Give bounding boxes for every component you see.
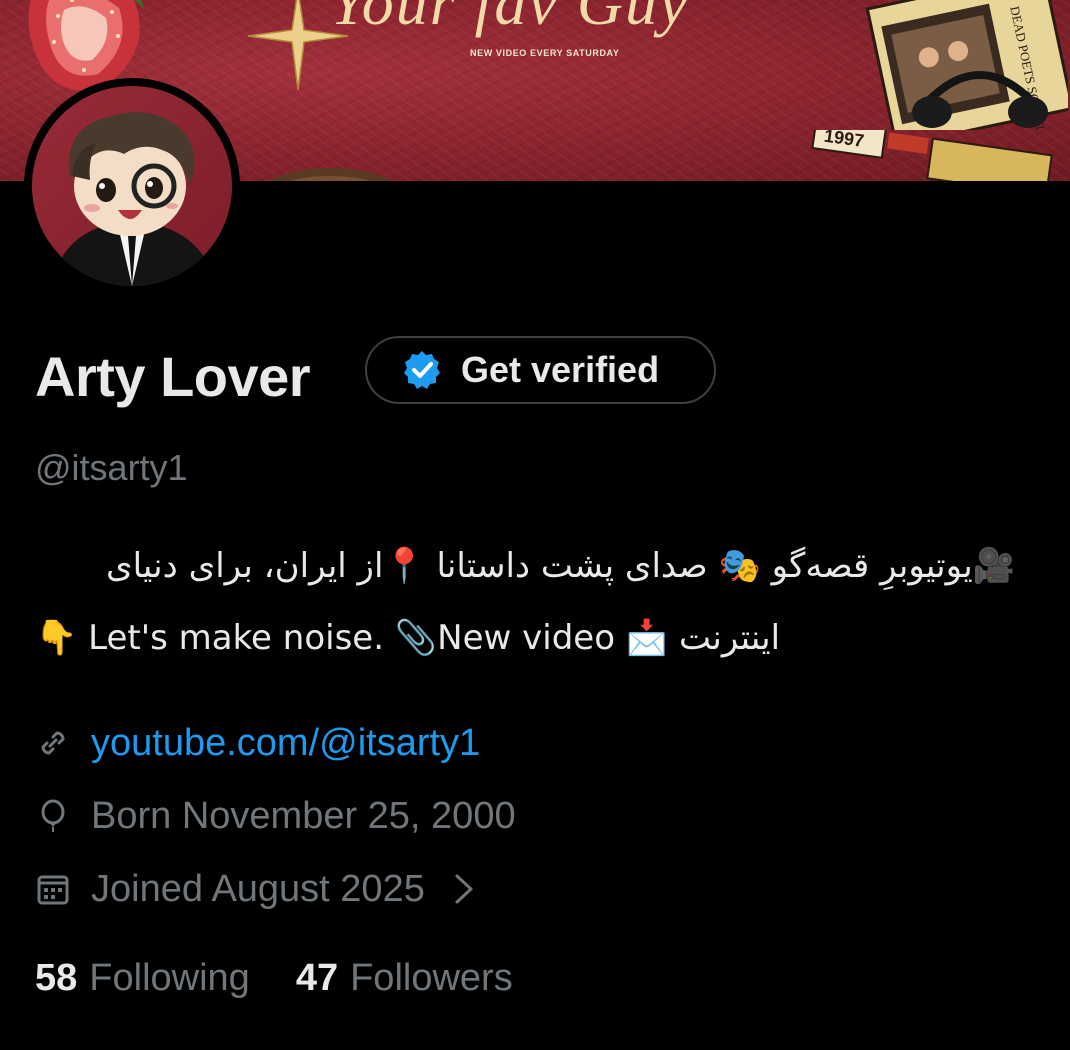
paperclip-icon: 📎 <box>394 618 438 658</box>
following-label: Following <box>89 957 250 999</box>
banner-tagline: NEW VIDEO EVERY SATURDAY <box>470 48 620 58</box>
followers-link[interactable]: 47 Followers <box>296 953 513 1003</box>
following-count: 58 <box>35 957 78 999</box>
website-link[interactable]: youtube.com/@itsarty1 <box>91 718 480 768</box>
follow-counts: 58 Following 47 Followers <box>35 953 513 1003</box>
cookie-illustration <box>269 168 391 181</box>
joined-row[interactable]: Joined August 2025 <box>35 864 475 914</box>
ticket-sticker: 1997 <box>811 130 1053 181</box>
profile-handle: @itsarty1 <box>35 447 188 488</box>
bio-line-2-ltr: New video <box>437 618 616 658</box>
get-verified-button[interactable]: Get verified <box>365 336 716 404</box>
banner-title: Your fav Guy <box>330 0 690 38</box>
verified-badge-icon <box>404 351 440 389</box>
birthday-row: Born November 25, 2000 <box>35 791 516 841</box>
bio-line-2-rtl: اینترنت <box>678 618 781 658</box>
point-down-icon: 👇 <box>35 618 78 658</box>
avatar[interactable] <box>24 78 240 294</box>
followers-count: 47 <box>295 957 339 999</box>
profile-name: Arty Lover <box>35 345 311 408</box>
link-icon <box>41 731 65 755</box>
bio-line-1: 🎥یوتیوبرِ قصه‌گو 🎭 صدای پشت داستانا 📍از … <box>105 546 1015 586</box>
profile-bio: 🎥یوتیوبرِ قصه‌گو 🎭 صدای پشت داستانا 📍از … <box>35 530 1020 674</box>
following-link[interactable]: 58 Following <box>35 953 250 1003</box>
chevron-right-icon[interactable] <box>453 872 475 906</box>
headphones-illustration <box>912 71 1048 128</box>
get-verified-label: Get verified <box>461 349 660 390</box>
calendar-icon <box>37 875 69 905</box>
bio-line-2-tail: Let's make noise. <box>88 618 385 658</box>
incoming-envelope-icon: 📩 <box>625 618 669 658</box>
bio-line-2: 👇 Let's make noise. 📎New video 📩 اینترنت <box>35 602 1020 674</box>
balloon-icon <box>41 799 65 832</box>
followers-label: Followers <box>350 957 513 999</box>
website-row: youtube.com/@itsarty1 <box>35 718 480 768</box>
birthday-text: Born November 25, 2000 <box>91 795 516 837</box>
joined-text: Joined August 2025 <box>91 868 425 910</box>
avatar-image <box>32 86 232 286</box>
